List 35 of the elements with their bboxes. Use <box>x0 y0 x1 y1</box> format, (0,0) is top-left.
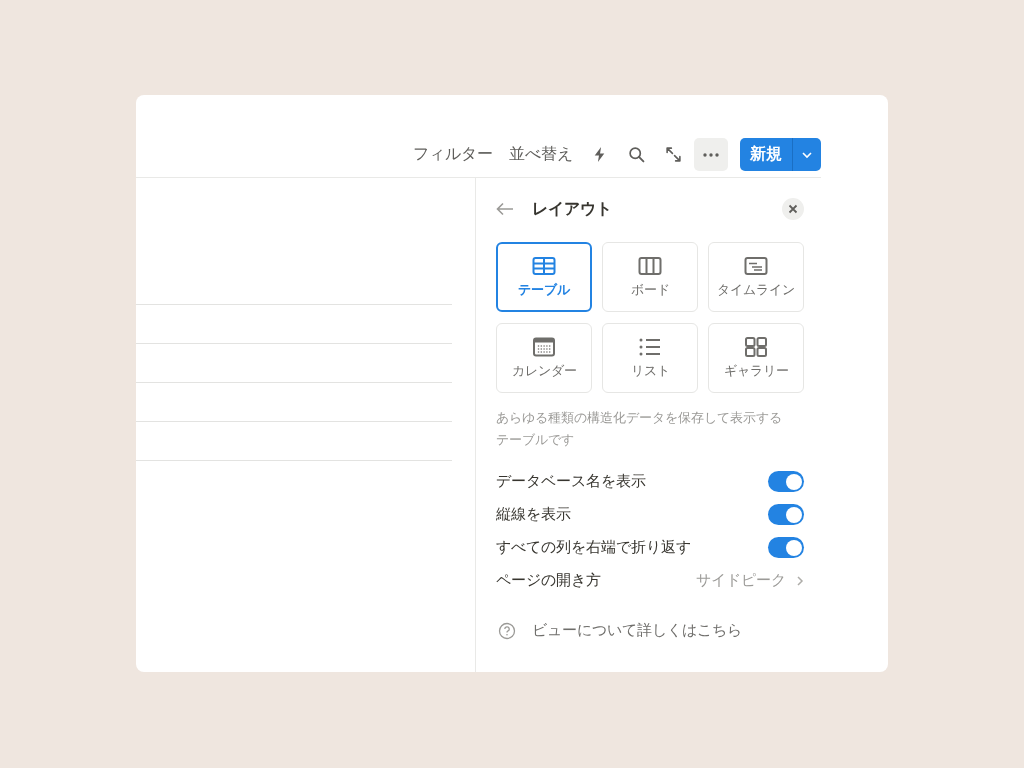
chevron-right-icon <box>796 574 804 587</box>
setting-label: ページの開き方 <box>496 571 601 590</box>
layout-option[interactable]: ギャラリー <box>708 323 804 393</box>
close-button[interactable] <box>782 198 804 220</box>
new-dropdown-button[interactable] <box>793 138 821 171</box>
more-button[interactable] <box>694 138 728 171</box>
sort-button[interactable]: 並べ替え <box>503 138 579 171</box>
columns-icon <box>638 255 662 276</box>
page-open-mode-button[interactable]: サイドピーク <box>696 571 804 590</box>
filter-button[interactable]: フィルター <box>407 138 499 171</box>
help-link[interactable]: ビューについて詳しくはこちら <box>532 621 742 640</box>
close-icon <box>788 204 798 214</box>
table-icon <box>532 255 556 276</box>
timeline-icon <box>744 255 768 276</box>
more-icon <box>703 152 719 157</box>
layout-option[interactable]: ボード <box>602 242 698 312</box>
layout-option[interactable]: カレンダー <box>496 323 592 393</box>
layout-option[interactable]: テーブル <box>496 242 592 312</box>
panel-title: レイアウト <box>532 198 613 220</box>
toggle-switch[interactable] <box>768 537 804 558</box>
setting-label: データベース名を表示 <box>496 472 646 491</box>
layout-description: あらゆる種類の構造化データを保存して表示するテーブルです <box>496 409 783 449</box>
back-arrow-icon[interactable] <box>496 202 514 216</box>
new-button[interactable]: 新規 <box>740 138 793 171</box>
toggle-switch[interactable] <box>768 504 804 525</box>
list-icon <box>638 336 662 357</box>
setting-label: 縦線を表示 <box>496 505 571 524</box>
grid-icon <box>744 336 768 357</box>
layout-option[interactable]: リスト <box>602 323 698 393</box>
calendar-icon <box>532 336 556 357</box>
setting-label: すべての列を右端で折り返す <box>496 538 691 557</box>
caret-icon <box>801 150 813 159</box>
layout-option[interactable]: タイムライン <box>708 242 804 312</box>
toggle-switch[interactable] <box>768 471 804 492</box>
help-icon <box>498 621 516 640</box>
